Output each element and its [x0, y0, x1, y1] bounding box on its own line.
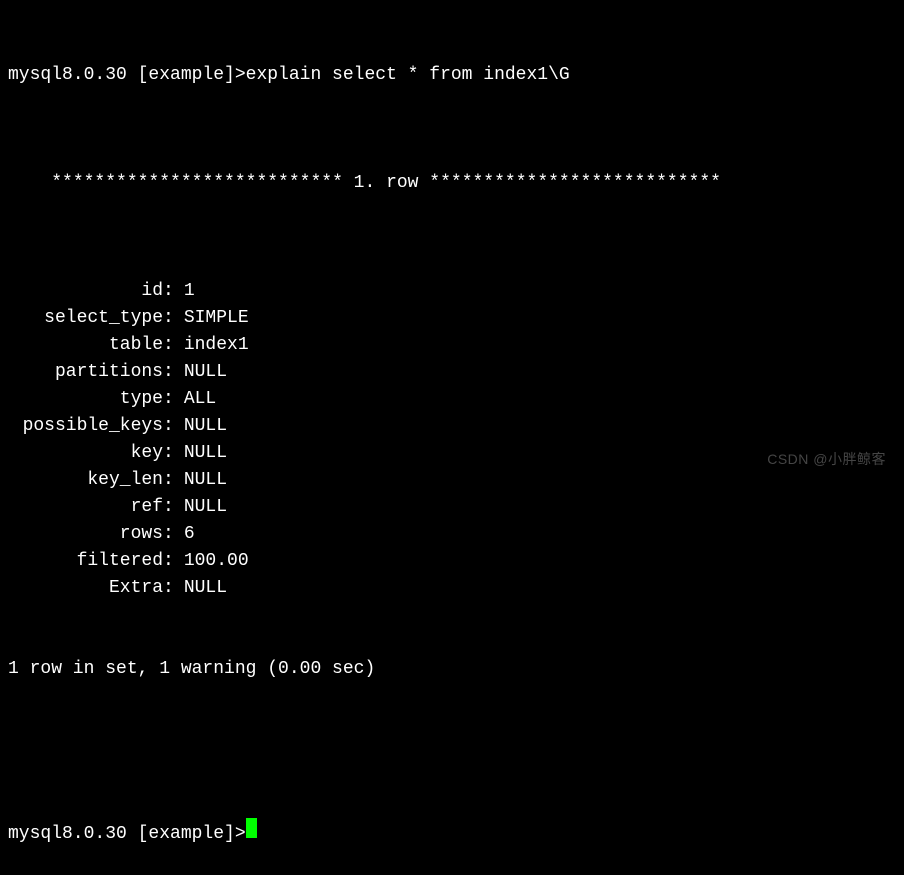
field-separator: :	[163, 548, 174, 575]
field-value: NULL	[174, 467, 227, 494]
watermark-text: CSDN @小胖鲸客	[767, 449, 886, 470]
field-label: select_type	[8, 305, 163, 332]
field-label: possible_keys	[8, 413, 163, 440]
field-label: rows	[8, 521, 163, 548]
explain-row: select_type:SIMPLE	[8, 305, 896, 332]
command-text: explain select * from index1\G	[246, 62, 570, 89]
stars-right: ***************************	[429, 173, 721, 193]
field-label: id	[8, 278, 163, 305]
field-separator: :	[163, 359, 174, 386]
explain-row: table:index1	[8, 332, 896, 359]
terminal-output: mysql8.0.30 [example]> explain select * …	[8, 8, 896, 875]
field-value: ALL	[174, 386, 216, 413]
field-separator: :	[163, 386, 174, 413]
explain-row: partitions:NULL	[8, 359, 896, 386]
field-separator: :	[163, 575, 174, 602]
field-label: key_len	[8, 467, 163, 494]
field-label: key	[8, 440, 163, 467]
field-label: partitions	[8, 359, 163, 386]
field-value: 100.00	[174, 548, 249, 575]
field-value: SIMPLE	[174, 305, 249, 332]
field-label: type	[8, 386, 163, 413]
field-value: 6	[174, 521, 195, 548]
explain-row: filtered:100.00	[8, 548, 896, 575]
field-value: NULL	[174, 575, 227, 602]
command-line-1: mysql8.0.30 [example]> explain select * …	[8, 62, 896, 89]
row-separator: *************************** 1. row *****…	[8, 143, 896, 224]
field-separator: :	[163, 440, 174, 467]
field-value: index1	[174, 332, 249, 359]
explain-row: key_len:NULL	[8, 467, 896, 494]
field-value: NULL	[174, 494, 227, 521]
explain-row: ref:NULL	[8, 494, 896, 521]
field-label: ref	[8, 494, 163, 521]
field-label: filtered	[8, 548, 163, 575]
field-separator: :	[163, 413, 174, 440]
cursor-icon	[246, 818, 257, 838]
field-separator: :	[163, 278, 174, 305]
field-separator: :	[163, 467, 174, 494]
explain-fields: id:1select_type:SIMPLEtable:index1partit…	[8, 278, 896, 602]
stars-left: ***************************	[51, 173, 343, 193]
blank-line	[8, 737, 896, 764]
result-summary: 1 row in set, 1 warning (0.00 sec)	[8, 656, 896, 683]
prompt-prefix: mysql8.0.30 [example]>	[8, 62, 246, 89]
field-separator: :	[163, 494, 174, 521]
field-separator: :	[163, 305, 174, 332]
explain-row: rows:6	[8, 521, 896, 548]
explain-row: Extra:NULL	[8, 575, 896, 602]
explain-row: type:ALL	[8, 386, 896, 413]
field-value: 1	[174, 278, 195, 305]
prompt-prefix: mysql8.0.30 [example]>	[8, 821, 246, 848]
explain-row: id:1	[8, 278, 896, 305]
field-label: table	[8, 332, 163, 359]
field-value: NULL	[174, 413, 227, 440]
command-line-2[interactable]: mysql8.0.30 [example]>	[8, 818, 896, 848]
field-separator: :	[163, 332, 174, 359]
field-value: NULL	[174, 359, 227, 386]
field-label: Extra	[8, 575, 163, 602]
field-separator: :	[163, 521, 174, 548]
row-label: 1. row	[343, 173, 429, 193]
field-value: NULL	[174, 440, 227, 467]
explain-row: key:NULL	[8, 440, 896, 467]
explain-row: possible_keys:NULL	[8, 413, 896, 440]
